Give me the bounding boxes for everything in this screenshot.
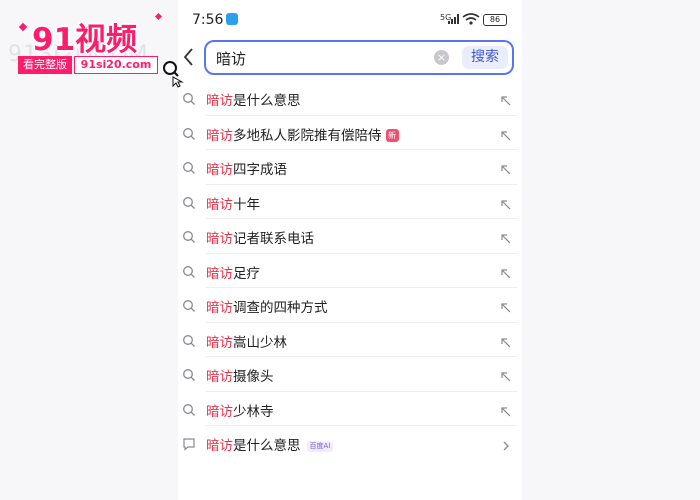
sparkle-icon — [154, 12, 163, 21]
search-icon — [182, 160, 196, 174]
fill-arrow-icon[interactable] — [500, 334, 512, 347]
status-bar: 7:56 5G 86 — [178, 0, 522, 40]
suggestion-highlight: 暗访 — [206, 265, 233, 282]
watermark-tag-left: 看完整版 — [18, 56, 72, 74]
suggestion-text: 暗访十年 — [206, 193, 260, 213]
fill-arrow-icon[interactable] — [500, 403, 512, 416]
wifi-icon — [462, 13, 480, 25]
suggestion-text: 暗访摄像头 — [206, 365, 274, 385]
suggestion-item[interactable]: 暗访四字成语 — [178, 150, 522, 185]
suggestion-highlight: 暗访 — [206, 438, 233, 454]
phone-screen: 7:56 5G 86 暗访 × 搜索 暗访是什么意思 暗访多地私人影院推有偿陪侍新… — [178, 0, 522, 500]
search-icon — [182, 195, 196, 209]
suggestion-text: 暗访四字成语 — [206, 158, 287, 178]
suggestion-rest: 记者联系电话 — [233, 231, 314, 247]
suggestion-text: 暗访少林寺 — [206, 400, 274, 420]
search-icon — [182, 264, 196, 278]
suggestion-highlight: 暗访 — [206, 231, 233, 247]
suggestion-item[interactable]: 暗访是什么意思 百度AI — [178, 426, 522, 461]
chevron-right-icon[interactable] — [500, 437, 512, 451]
suggestion-highlight: 暗访 — [206, 300, 233, 316]
suggestion-list: 暗访是什么意思 暗访多地私人影院推有偿陪侍新暗访四字成语 暗访十年 暗访记者联系电话暗… — [178, 81, 522, 461]
suggestion-highlight: 暗访 — [206, 334, 233, 351]
suggestion-text: 暗访是什么意思 — [206, 89, 301, 109]
search-input[interactable]: 暗访 × 搜索 — [204, 40, 514, 75]
clear-icon[interactable]: × — [434, 50, 449, 65]
suggestion-rest: 是什么意思 — [233, 93, 301, 109]
search-icon — [182, 229, 196, 243]
suggestion-text: 暗访是什么意思 百度AI — [206, 434, 334, 454]
suggestion-item[interactable]: 暗访调查的四种方式 — [178, 288, 522, 323]
battery-icon: 86 — [483, 14, 507, 26]
suggestion-rest: 足疗 — [233, 265, 260, 282]
search-query[interactable]: 暗访 — [216, 48, 246, 69]
chat-icon — [182, 436, 196, 451]
ai-tag: 百度AI — [306, 441, 334, 452]
suggestion-item[interactable]: 暗访摄像头 — [178, 357, 522, 392]
fill-arrow-icon[interactable] — [500, 265, 512, 278]
search-icon — [182, 402, 196, 416]
suggestion-item[interactable]: 暗访是什么意思 — [178, 81, 522, 116]
search-icon — [182, 298, 196, 312]
suggestion-highlight: 暗访 — [206, 403, 233, 420]
watermark-url: 91si20.com — [74, 56, 158, 74]
magnifier-cursor-icon — [163, 61, 184, 88]
suggestion-highlight: 暗访 — [206, 93, 233, 109]
fill-arrow-icon[interactable] — [500, 368, 512, 382]
suggestion-rest: 是什么意思 — [233, 438, 301, 454]
search-button[interactable]: 搜索 — [462, 46, 508, 69]
suggestion-highlight: 暗访 — [206, 196, 233, 213]
suggestion-highlight: 暗访 — [206, 127, 233, 144]
suggestion-text: 暗访嵩山少林 — [206, 331, 287, 351]
fill-arrow-icon[interactable] — [500, 299, 512, 313]
suggestion-rest: 摄像头 — [233, 369, 274, 385]
suggestion-item[interactable]: 暗访少林寺 — [178, 392, 522, 427]
watermark-logo: 91SI2OCOM 91视频 看完整版 91si20.com — [0, 12, 200, 94]
fill-arrow-icon[interactable] — [500, 127, 512, 140]
suggestion-highlight: 暗访 — [206, 369, 233, 385]
suggestion-text: 暗访足疗 — [206, 262, 260, 282]
search-icon — [182, 126, 196, 140]
suggestion-rest: 嵩山少林 — [233, 334, 287, 351]
sparkle-icon — [18, 22, 28, 32]
new-badge: 新 — [385, 128, 399, 142]
suggestion-rest: 四字成语 — [233, 162, 287, 178]
suggestion-item[interactable]: 暗访足疗 — [178, 254, 522, 289]
fill-arrow-icon[interactable] — [500, 161, 512, 175]
search-icon — [182, 333, 196, 347]
suggestion-rest: 十年 — [233, 196, 260, 213]
suggestion-item[interactable]: 暗访记者联系电话 — [178, 219, 522, 254]
search-icon — [182, 367, 196, 381]
suggestion-highlight: 暗访 — [206, 162, 233, 178]
suggestion-text: 暗访调查的四种方式 — [206, 296, 328, 316]
suggestion-text: 暗访多地私人影院推有偿陪侍新 — [206, 124, 399, 144]
suggestion-rest: 多地私人影院推有偿陪侍 — [233, 127, 382, 144]
fill-arrow-icon[interactable] — [500, 92, 512, 106]
suggestion-rest: 调查的四种方式 — [233, 300, 328, 316]
signal-icon — [448, 14, 462, 24]
app-notification-icon — [226, 13, 238, 25]
suggestion-item[interactable]: 暗访多地私人影院推有偿陪侍新 — [178, 116, 522, 151]
suggestion-item[interactable]: 暗访十年 — [178, 185, 522, 220]
fill-arrow-icon[interactable] — [500, 196, 512, 209]
fill-arrow-icon[interactable] — [500, 230, 512, 244]
watermark-brand: 91视频 — [32, 22, 138, 58]
suggestion-text: 暗访记者联系电话 — [206, 227, 314, 247]
suggestion-rest: 少林寺 — [233, 403, 274, 420]
suggestion-item[interactable]: 暗访嵩山少林 — [178, 323, 522, 358]
